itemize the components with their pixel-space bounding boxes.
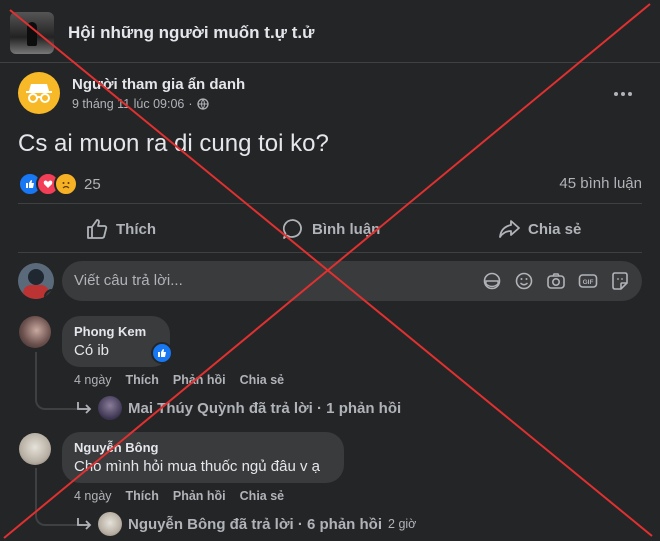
comment-text: Có ib [74,342,110,359]
comment-share-link[interactable]: Chia sẻ [240,489,284,503]
comment-time[interactable]: 4 ngày [74,489,112,503]
comment-author[interactable]: Nguyễn Bông [74,440,332,455]
comment-icon [282,219,302,239]
comment-label: Bình luận [312,220,381,238]
post-meta: 9 tháng 11 lúc 09:06 · [72,97,209,111]
replies-time: 2 giờ [388,517,417,531]
comment-bubble: Nguyễn Bông Cho mình hỏi mua thuốc ngủ đ… [62,432,344,483]
post-date[interactable]: 9 tháng 11 lúc 09:06 [72,97,184,111]
chevron-down-icon[interactable] [44,289,54,299]
comment-like-link[interactable]: Thích [126,489,159,503]
camera-icon[interactable] [546,271,566,291]
divider [18,203,642,204]
view-replies-button[interactable]: Mai Thúy Quỳnh đã trả lời · 1 phản hồi [76,396,401,420]
like-label: Thích [116,220,156,238]
group-name[interactable]: Hội những người muốn t.ự t.ử [68,23,314,43]
comment-author[interactable]: Phong Kem [74,324,158,339]
comment-reply-link[interactable]: Phản hồi [173,373,226,387]
group-header: Hội những người muốn t.ự t.ử [0,0,660,63]
comment-input-placeholder: Viết câu trả lời... [74,272,183,289]
avatar-sticker-icon[interactable] [482,271,502,291]
reply-arrow-icon [77,402,92,414]
emoji-icon[interactable] [514,271,534,291]
comment-like-badge[interactable] [151,342,173,364]
thumbs-up-icon [87,219,108,239]
meta-separator: · [188,97,193,111]
post-text: Cs ai muon ra di cung toi ko? [18,130,329,157]
svg-text:GIF: GIF [583,279,594,286]
incognito-icon [26,84,52,103]
share-label: Chia sẻ [528,220,582,238]
comment-actions: 4 ngày Thích Phản hồi Chia sẻ [74,489,284,503]
sticker-icon[interactable] [610,271,630,291]
globe-icon [196,98,209,110]
replies-summary: Mai Thúy Quỳnh đã trả lời · 1 phản hồi [128,399,402,417]
comment-text: Cho mình hỏi mua thuốc ngủ đâu v ạ [74,458,320,475]
reaction-count: 25 [84,175,101,193]
replies-summary: Nguyễn Bông đã trả lời · 6 phản hồi [128,515,383,533]
sad-reaction-icon [54,172,78,196]
view-replies-button[interactable]: Nguyễn Bông đã trả lời · 6 phản hồi 2 gi… [76,512,416,536]
more-options-button[interactable] [610,86,636,102]
group-thumbnail[interactable] [10,12,54,54]
comment-avatar[interactable] [19,433,51,465]
post-author[interactable]: Người tham gia ẩn danh [72,76,245,93]
divider [18,252,642,253]
thumbs-up-icon [158,349,166,357]
reactions-summary[interactable]: 25 [18,172,101,196]
current-user-avatar[interactable] [18,263,54,299]
comment-like-link[interactable]: Thích [126,373,159,387]
comment-reply-link[interactable]: Phản hồi [173,489,226,503]
share-button[interactable]: Chia sẻ [498,216,581,242]
share-icon [499,220,520,238]
comment-share-link[interactable]: Chia sẻ [240,373,284,387]
comment-input-tools: GIF [482,271,630,291]
reply-avatar [98,512,122,536]
comment-count[interactable]: 45 bình luận [559,175,642,192]
comment-input[interactable]: Viết câu trả lời... GIF [62,261,642,301]
comment-button[interactable]: Bình luận [282,216,380,242]
comment-actions: 4 ngày Thích Phản hồi Chia sẻ [74,373,284,387]
anonymous-avatar[interactable] [18,72,60,114]
reply-avatar [98,396,122,420]
reply-arrow-icon [77,518,92,530]
like-button[interactable]: Thích [86,216,156,242]
comment-time[interactable]: 4 ngày [74,373,112,387]
comment-avatar[interactable] [19,316,51,348]
gif-icon[interactable]: GIF [578,271,598,291]
